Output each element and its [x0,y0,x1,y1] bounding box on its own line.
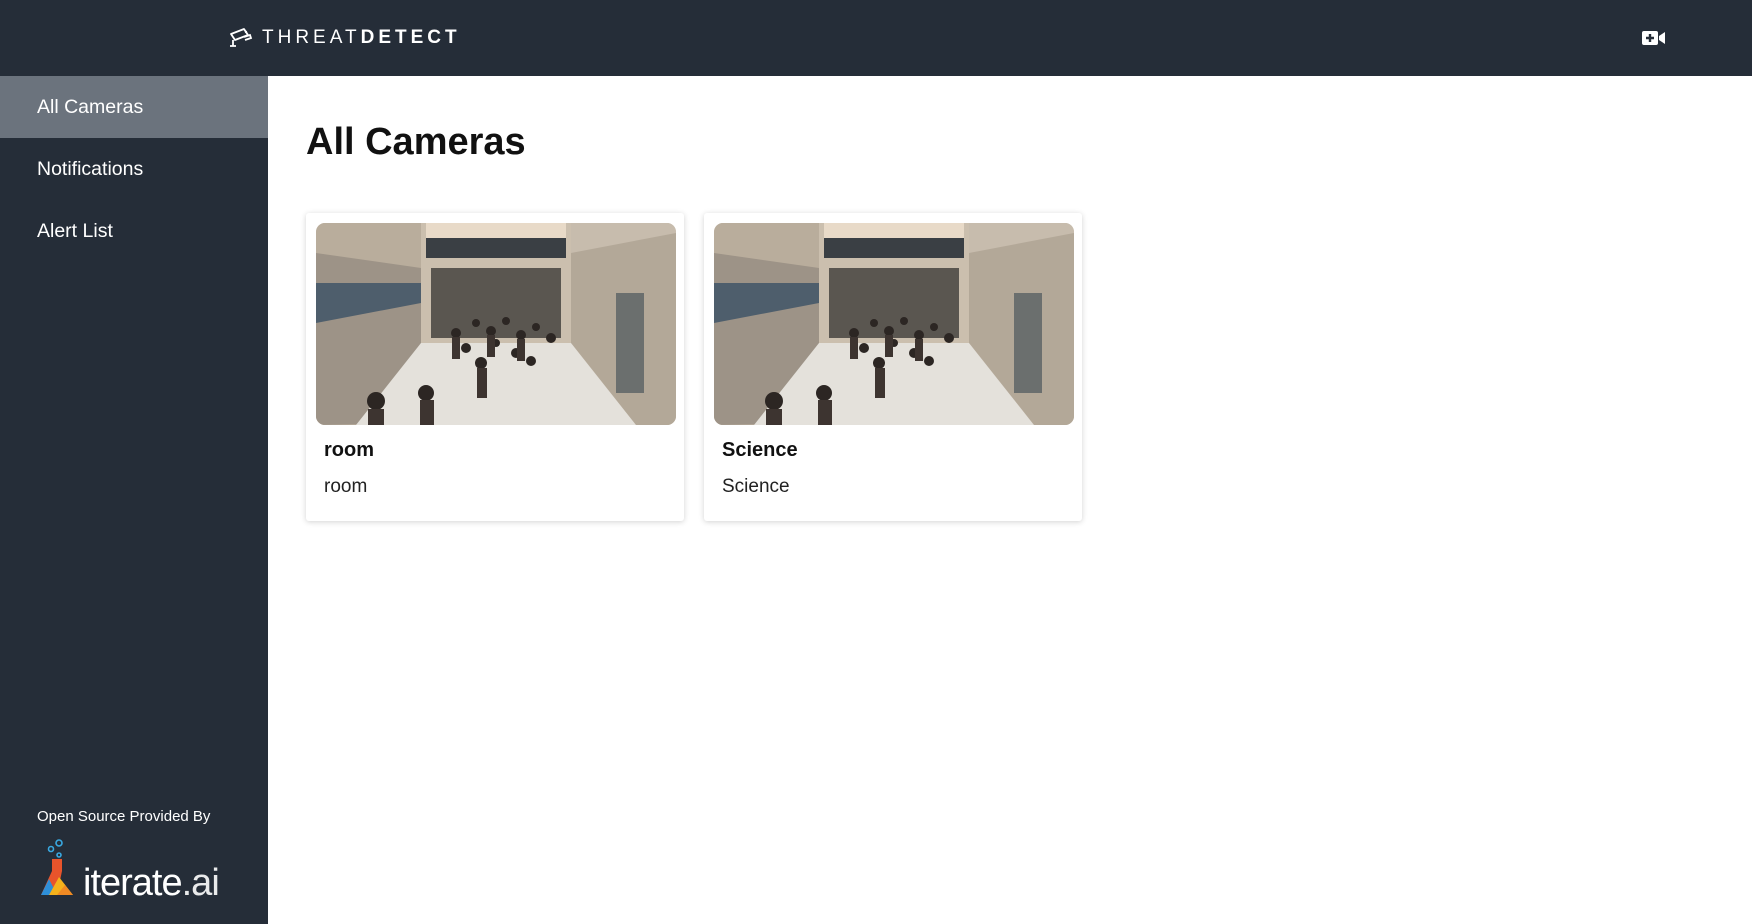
top-bar: THREATDETECT [0,0,1752,76]
sidebar-item-label: All Cameras [37,95,144,118]
security-camera-icon [230,28,253,47]
iterate-ai-logo[interactable]: iterate.ai [37,837,220,905]
camera-name: room [324,439,374,461]
logo-suffix: .ai [181,862,220,904]
sidebar-item-label: Alert List [37,219,113,242]
sidebar-item-all-cameras[interactable]: All Cameras [0,76,268,138]
video-camera-plus-icon [1642,31,1665,45]
sidebar-item-alert-list[interactable]: Alert List [0,200,268,262]
add-camera-button[interactable] [1640,26,1668,50]
page-title: All Cameras [306,121,526,163]
logo-word: iterate [83,862,183,904]
iterate-ai-wordmark: iterate.ai [83,861,220,905]
main-content: All Cameras room room Science Science [268,76,1752,924]
flask-icon [41,839,73,895]
camera-card[interactable]: room room [306,213,684,521]
camera-name: Science [722,439,798,461]
camera-thumbnail[interactable] [714,223,1074,425]
camera-grid: room room Science Science [306,213,1082,521]
brand-logo[interactable]: THREATDETECT [228,26,461,50]
camera-card[interactable]: Science Science [704,213,1082,521]
sidebar-item-label: Notifications [37,157,144,180]
camera-subtitle: room [324,476,368,497]
camera-subtitle: Science [722,476,790,497]
camera-thumbnail[interactable] [316,223,676,425]
sidebar: All Cameras Notifications Alert List Ope… [0,76,268,924]
footer-text: Open Source Provided By [37,808,211,825]
brand-name-light: THREAT [262,27,361,48]
brand-name: THREATDETECT [262,27,461,49]
sidebar-item-notifications[interactable]: Notifications [0,138,268,200]
sidebar-footer: Open Source Provided By iterate.ai [37,808,220,905]
brand-name-bold: DETECT [360,27,461,48]
